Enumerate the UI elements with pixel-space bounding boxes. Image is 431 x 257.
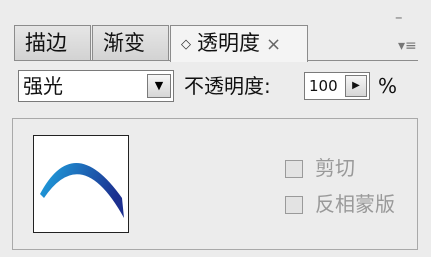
- tab-transparency-label: 透明度: [197, 31, 260, 55]
- opacity-slider-button[interactable]: ▶: [345, 75, 367, 97]
- invert-mask-checkbox-box[interactable]: [285, 196, 303, 214]
- invert-mask-checkbox[interactable]: 反相蒙版: [285, 191, 395, 217]
- clip-checkbox-box[interactable]: [285, 160, 303, 178]
- tab-stroke-label: 描边: [25, 31, 67, 55]
- tab-bar: 描边 渐变 ◇ 透明度 × – ▾≡: [0, 0, 431, 62]
- blend-row: 强光 ▼ 不透明度: 100 ▶ %: [18, 70, 418, 106]
- tab-stroke[interactable]: 描边: [14, 25, 91, 61]
- transparency-panel: 描边 渐变 ◇ 透明度 × – ▾≡ 强光 ▼ 不透明度: 100 ▶ % 剪切…: [0, 0, 431, 257]
- blend-mode-select[interactable]: 强光 ▼: [18, 70, 174, 102]
- clip-checkbox[interactable]: 剪切: [285, 155, 355, 181]
- tab-transparency[interactable]: ◇ 透明度 ×: [170, 25, 308, 62]
- clip-label: 剪切: [315, 156, 355, 180]
- dropdown-arrow-icon[interactable]: ▼: [147, 74, 171, 98]
- opacity-value: 100: [309, 77, 338, 95]
- blend-mode-value: 强光: [23, 74, 63, 98]
- arc-thumbnail-art: [40, 162, 124, 218]
- opacity-input[interactable]: 100 ▶: [304, 72, 370, 100]
- invert-mask-label: 反相蒙版: [315, 192, 395, 216]
- tab-gradient[interactable]: 渐变: [92, 25, 169, 61]
- close-icon[interactable]: ×: [266, 34, 281, 55]
- minimize-icon[interactable]: –: [395, 8, 403, 26]
- opacity-label: 不透明度:: [184, 74, 271, 98]
- object-thumbnail[interactable]: [33, 135, 129, 233]
- arc-shape: [40, 162, 124, 218]
- panel-menu-icon[interactable]: ▾≡: [398, 38, 417, 54]
- tab-gradient-label: 渐变: [103, 31, 145, 55]
- opacity-unit: %: [378, 74, 398, 98]
- mask-group: 剪切 反相蒙版: [12, 118, 418, 250]
- tab-grip-icon: ◇: [181, 37, 191, 52]
